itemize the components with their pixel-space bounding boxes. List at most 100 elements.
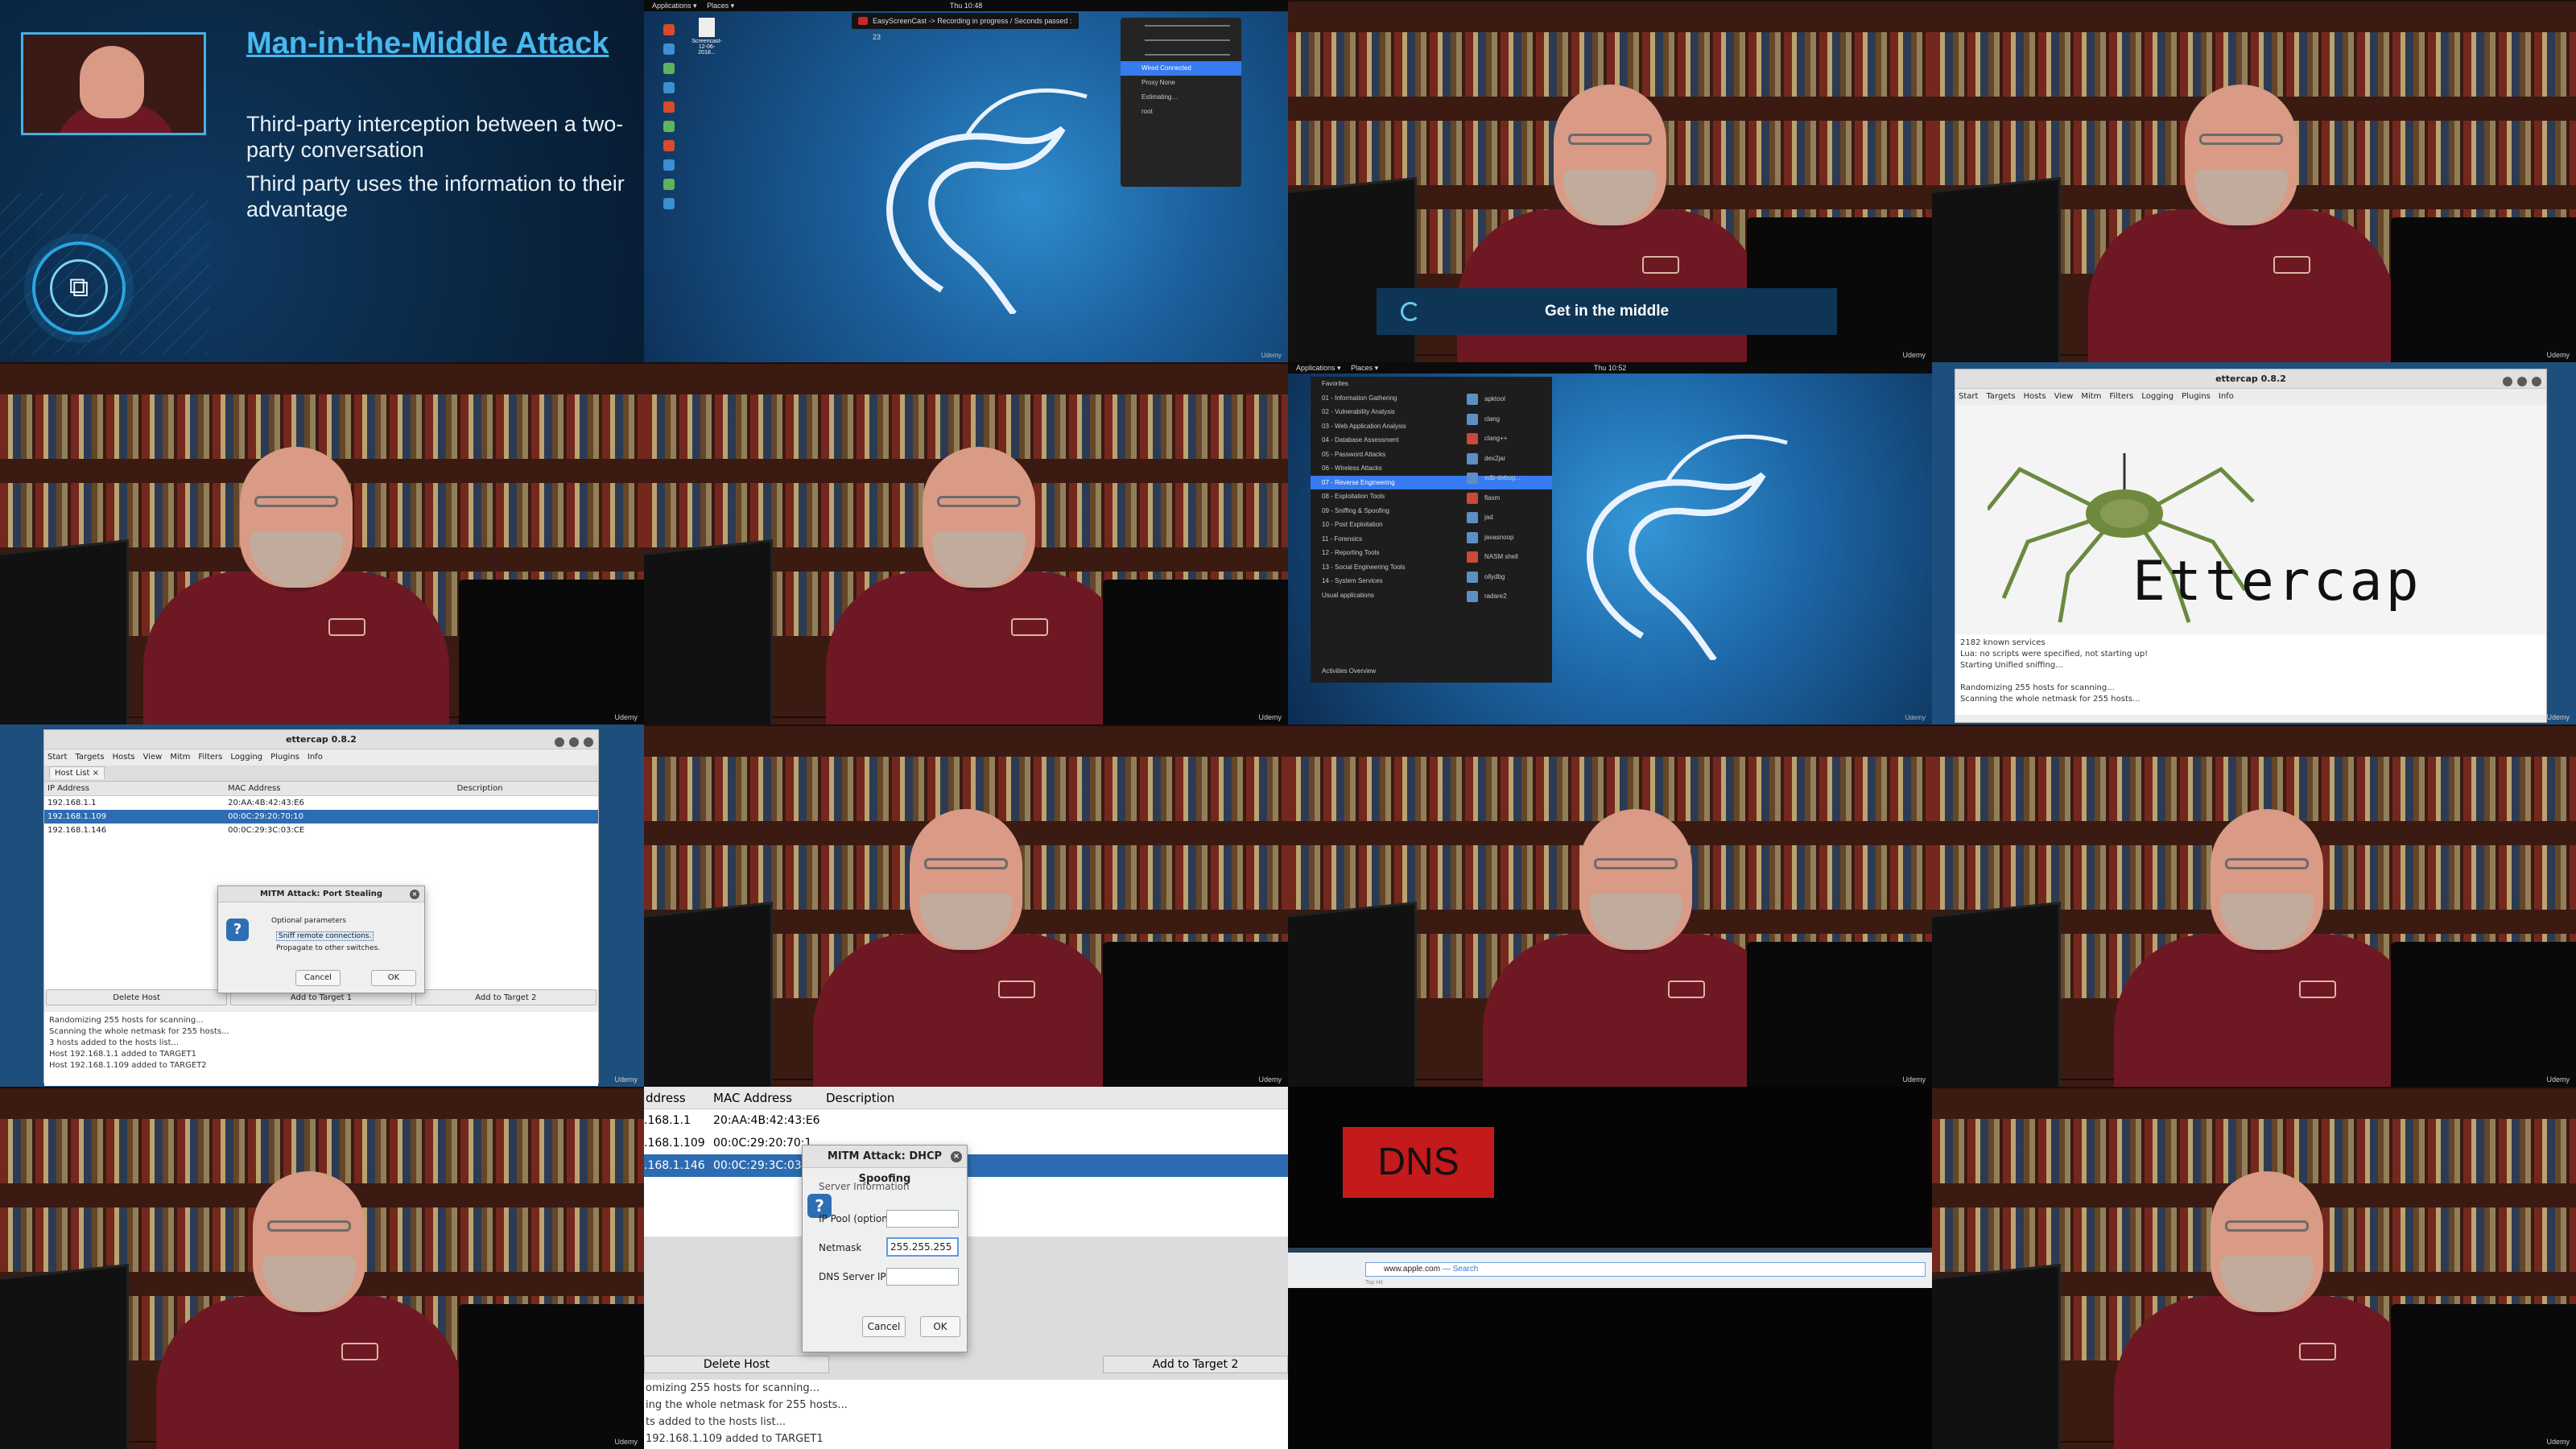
app-item[interactable]: NASM shell <box>1462 547 1550 568</box>
kali-desktop-tile[interactable]: Applications ▾ Places ▾ Thu 10:48 EasySc… <box>644 0 1288 362</box>
add-target2-button[interactable]: Add to Target 2 <box>1103 1356 1288 1373</box>
brightness-slider[interactable] <box>1121 32 1241 47</box>
applications-menu[interactable]: Applications ▾ <box>652 2 697 10</box>
dns-server-input[interactable] <box>886 1268 959 1286</box>
app-item[interactable]: radare2 <box>1462 587 1550 607</box>
menu-filters[interactable]: Filters <box>198 753 222 762</box>
propagate-checkbox[interactable]: Propagate to other switches. <box>276 944 380 952</box>
menu-mitm[interactable]: Mitm <box>170 753 190 762</box>
app-item[interactable]: edb-debug... <box>1462 469 1550 489</box>
desktop-file[interactable]: Screencast-12-06-2018... <box>691 18 723 56</box>
tab-host-list[interactable]: Host List × <box>49 766 105 779</box>
presenter-tile[interactable]: Udemy <box>1932 1087 2576 1449</box>
menu-category[interactable]: Favorites <box>1311 377 1552 391</box>
dhcp-spoofing-tile[interactable]: ddress MAC Address Description .168.1.1 2… <box>644 1087 1288 1449</box>
url-input[interactable]: www.apple.com — Search <box>1365 1262 1926 1277</box>
kali-menu-tile[interactable]: Applications ▾ Places ▾ Thu 10:52 Favori… <box>1288 362 1932 724</box>
ettercap-hosts-tile[interactable]: ettercap 0.8.2 Start Targets Hosts View Mitm… <box>0 724 644 1087</box>
maximize-icon[interactable] <box>569 737 579 747</box>
menu-start[interactable]: Start <box>47 753 67 762</box>
places-menu[interactable]: Places ▾ <box>707 2 734 10</box>
add-target2-button[interactable]: Add to Target 2 <box>415 989 597 1005</box>
menu-targets[interactable]: Targets <box>75 753 104 762</box>
app-item[interactable]: ollydbg <box>1462 568 1550 588</box>
presenter-tile[interactable]: Udemy <box>1288 724 1932 1087</box>
presenter-tile[interactable]: Get in the middle Udemy <box>1288 0 1932 362</box>
dock-icon[interactable] <box>663 82 675 93</box>
ok-button[interactable]: OK <box>920 1316 960 1337</box>
sniff-remote-checkbox[interactable]: Sniff remote connections. <box>276 931 374 941</box>
presenter-tile[interactable]: Udemy <box>1932 724 2576 1087</box>
menu-item-battery[interactable]: Estimating… <box>1121 90 1241 105</box>
presenter-tile[interactable]: Udemy <box>644 362 1288 724</box>
menu-targets[interactable]: Targets <box>1986 392 2015 401</box>
dock-icon[interactable] <box>663 179 675 190</box>
column-header[interactable]: Description <box>821 1087 894 1108</box>
close-icon[interactable] <box>2532 377 2541 386</box>
menu-plugins[interactable]: Plugins <box>270 753 299 762</box>
applications-menu[interactable]: Applications ▾ <box>1296 364 1341 372</box>
minimize-icon[interactable] <box>555 737 564 747</box>
clock[interactable]: Thu 10:48 <box>950 0 983 11</box>
close-icon[interactable] <box>584 737 593 747</box>
column-header[interactable]: IP Address <box>44 782 225 796</box>
table-row[interactable]: 192.168.1.1 20:AA:4B:42:43:E6 <box>44 795 598 810</box>
menu-info[interactable]: Info <box>2219 392 2234 401</box>
dock-icon[interactable] <box>663 43 675 55</box>
presenter-tile[interactable]: Udemy <box>0 362 644 724</box>
app-item[interactable]: dex2jar <box>1462 449 1550 469</box>
menu-mitm[interactable]: Mitm <box>2081 392 2101 401</box>
menu-hosts[interactable]: Hosts <box>2024 392 2046 401</box>
ettercap-splash-tile[interactable]: ettercap 0.8.2 Start Targets Hosts View Mitm… <box>1932 362 2576 724</box>
menu-plugins[interactable]: Plugins <box>2182 392 2211 401</box>
title-slide-tile[interactable]: Man-in-the-Middle Attack Third-party int… <box>0 0 644 362</box>
menu-item-user[interactable]: root <box>1121 105 1241 119</box>
column-header[interactable]: MAC Address <box>708 1087 821 1108</box>
clock[interactable]: Thu 10:52 <box>1594 362 1627 374</box>
menu-logging[interactable]: Logging <box>230 753 262 762</box>
table-row[interactable]: 192.168.1.109 00:0C:29:20:70:10 <box>44 810 598 824</box>
close-icon[interactable]: × <box>951 1151 962 1162</box>
column-header[interactable]: Description <box>453 782 598 796</box>
dock-icon[interactable] <box>663 63 675 74</box>
menu-item-wired[interactable]: Wired Connected <box>1121 61 1241 76</box>
presenter-tile[interactable]: Udemy <box>0 1087 644 1449</box>
ip-pool-input[interactable] <box>886 1210 959 1228</box>
app-item[interactable]: apktool <box>1462 390 1550 410</box>
app-item[interactable]: clang++ <box>1462 429 1550 449</box>
mic-slider[interactable] <box>1121 47 1241 61</box>
delete-host-button[interactable]: Delete Host <box>46 989 228 1005</box>
app-item[interactable]: javasnoop <box>1462 528 1550 548</box>
cancel-button[interactable]: Cancel <box>862 1316 906 1337</box>
dock-icon[interactable] <box>663 101 675 113</box>
dns-tile[interactable]: DNS www.apple.com — Search Top Hit <box>1288 1087 1932 1449</box>
menu-logging[interactable]: Logging <box>2141 392 2174 401</box>
column-header[interactable]: ddress <box>644 1087 708 1108</box>
menu-info[interactable]: Info <box>308 753 323 762</box>
menu-start[interactable]: Start <box>1959 392 1978 401</box>
presenter-tile[interactable]: Udemy <box>1932 0 2576 362</box>
dock-icon[interactable] <box>663 198 675 209</box>
table-row[interactable]: .168.1.1 20:AA:4B:42:43:E6 <box>644 1109 1288 1132</box>
menu-view[interactable]: View <box>2054 392 2074 401</box>
app-item[interactable]: clang <box>1462 410 1550 430</box>
app-item[interactable]: flasm <box>1462 489 1550 509</box>
dock-icon[interactable] <box>663 24 675 35</box>
cancel-button[interactable]: Cancel <box>295 970 341 986</box>
dock-icon[interactable] <box>663 140 675 151</box>
menu-hosts[interactable]: Hosts <box>113 753 135 762</box>
column-header[interactable]: MAC Address <box>225 782 454 796</box>
dock-icon[interactable] <box>663 159 675 171</box>
places-menu[interactable]: Places ▾ <box>1351 364 1378 372</box>
maximize-icon[interactable] <box>2517 377 2527 386</box>
ok-button[interactable]: OK <box>371 970 416 986</box>
menu-filters[interactable]: Filters <box>2109 392 2133 401</box>
activities-overview[interactable]: Activities Overview <box>1322 667 1376 675</box>
app-item[interactable]: jad <box>1462 508 1550 528</box>
volume-slider[interactable] <box>1121 18 1241 32</box>
menu-view[interactable]: View <box>143 753 163 762</box>
minimize-icon[interactable] <box>2503 377 2512 386</box>
netmask-input[interactable]: 255.255.255 <box>886 1237 959 1257</box>
dock-icon[interactable] <box>663 121 675 132</box>
menu-item-proxy[interactable]: Proxy None <box>1121 76 1241 90</box>
